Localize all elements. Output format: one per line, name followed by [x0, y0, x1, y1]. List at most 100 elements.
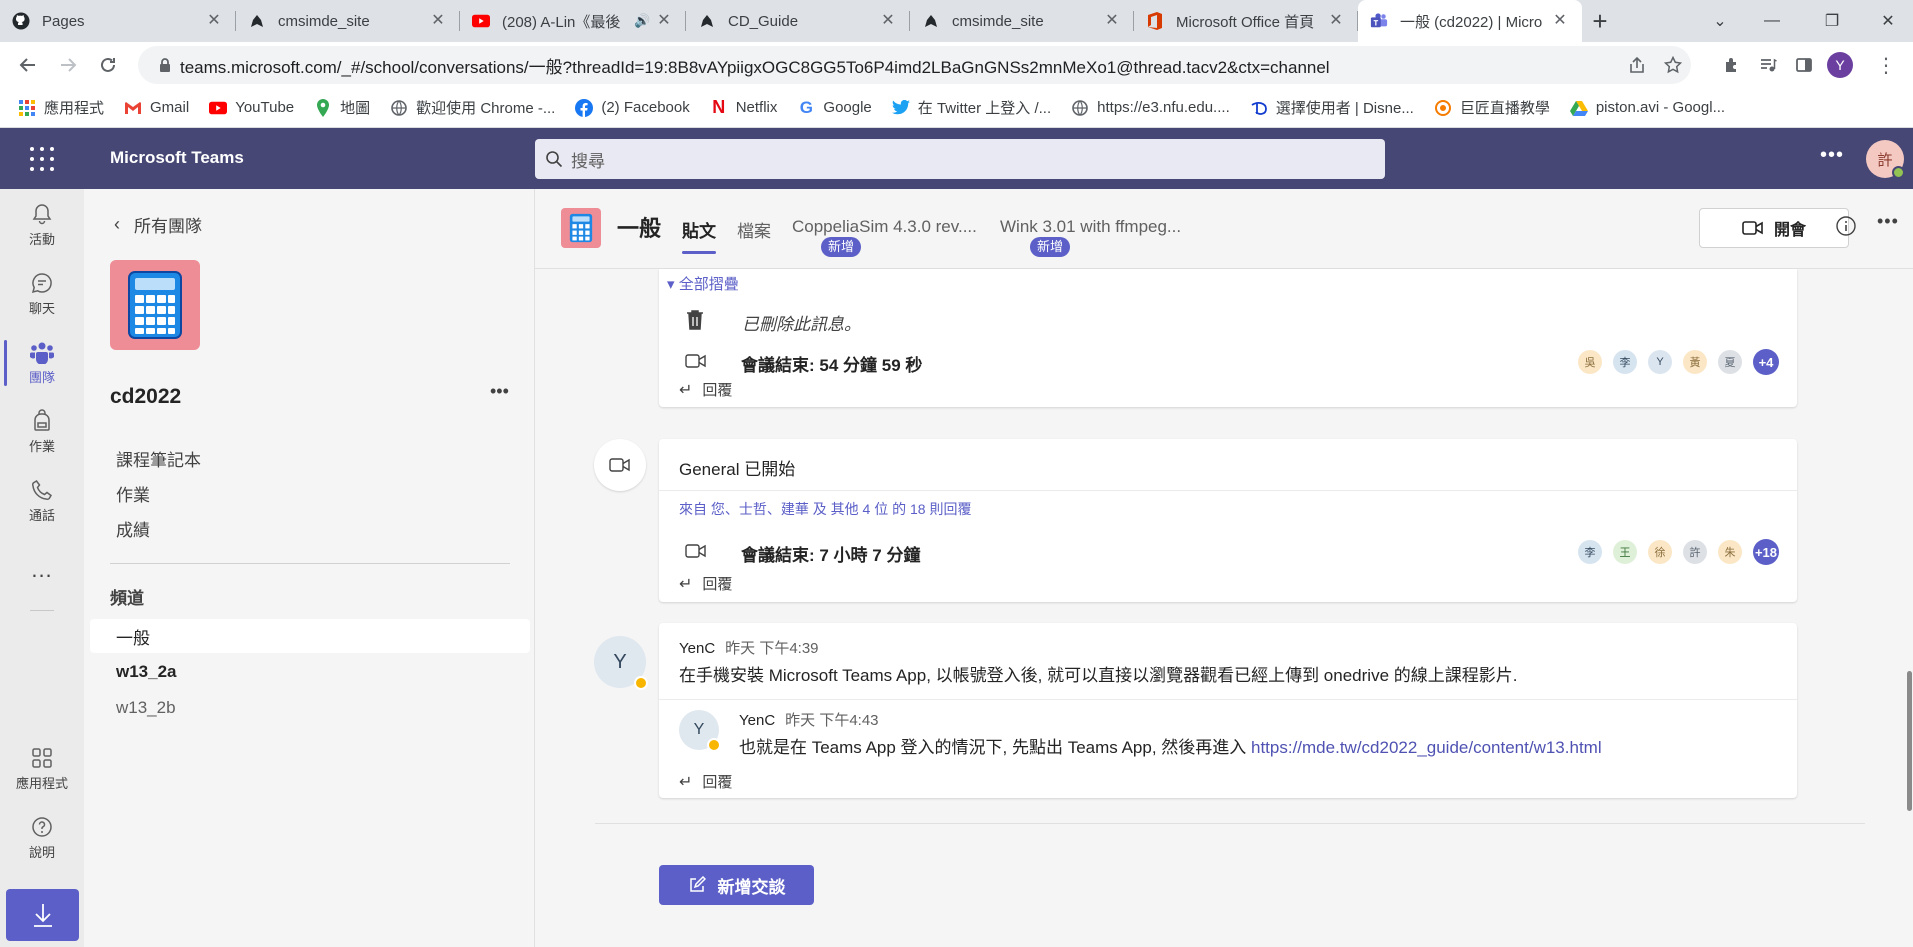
close-tab-icon[interactable]: ✕ [1328, 13, 1344, 29]
author-avatar[interactable]: Y [594, 636, 648, 690]
participant-avatar[interactable]: 李 [1578, 540, 1602, 564]
bookmark-gmail[interactable]: Gmail [124, 99, 189, 117]
chrome-menu-icon[interactable]: ⋮ [1868, 47, 1904, 83]
tab-wink[interactable]: Wink 3.01 with ffmpeg... [1000, 217, 1181, 237]
rail-item-activity[interactable]: 活動 [0, 194, 84, 256]
search-input[interactable]: 搜尋 [535, 139, 1385, 179]
browser-tab[interactable]: Pages ✕ [0, 0, 236, 42]
minimize-button[interactable]: — [1746, 0, 1798, 42]
profile-button[interactable]: Y [1822, 47, 1858, 83]
bookmark-netflix[interactable]: N Netflix [710, 97, 777, 117]
rail-item-chat[interactable]: 聊天 [0, 263, 84, 325]
author-name[interactable]: YenC [679, 640, 715, 657]
close-tab-icon[interactable]: ✕ [430, 13, 446, 29]
participant-avatar[interactable]: 夏 [1718, 350, 1742, 374]
share-icon[interactable] [1619, 56, 1655, 74]
app-launcher-icon[interactable] [28, 145, 56, 173]
bookmark-maps[interactable]: 地圖 [314, 97, 370, 118]
guide-link[interactable]: https://mde.tw/cd2022_guide/content/w13.… [1251, 738, 1602, 757]
close-window-button[interactable]: ✕ [1862, 0, 1913, 42]
participant-avatars: 吳 李 Y 黃 夏 +4 [1567, 349, 1779, 375]
tab-files[interactable]: 檔案 [737, 217, 771, 242]
browser-tab-active[interactable]: 一般 (cd2022) | Micro ✕ [1358, 0, 1582, 42]
omnibox[interactable]: teams.microsoft.com/_#/school/conversati… [138, 46, 1691, 84]
channel-item-general[interactable]: 一般 [90, 619, 530, 653]
bookmark-twitter[interactable]: 在 Twitter 上登入 /... [891, 97, 1052, 118]
reply-author-avatar[interactable]: Y [679, 710, 721, 752]
rail-item-help[interactable]: 說明 [0, 807, 84, 869]
side-panel-icon[interactable] [1786, 47, 1822, 83]
reply-button[interactable]: ↵ 回覆 [679, 573, 732, 594]
reply-button[interactable]: ↵ 回覆 [679, 771, 732, 792]
rail-item-assignments[interactable]: 作業 [0, 401, 84, 463]
back-button[interactable] [8, 45, 48, 85]
bookmark-apps[interactable]: 應用程式 [18, 97, 104, 118]
rail-item-calls[interactable]: 通話 [0, 470, 84, 532]
bookmark-google[interactable]: G Google [797, 98, 872, 117]
more-participants-badge[interactable]: +4 [1753, 349, 1779, 375]
bookmark-e3-nfu[interactable]: https://e3.nfu.edu.... [1071, 99, 1230, 117]
new-conversation-button[interactable]: 新增交談 [659, 865, 814, 905]
bookmark-live[interactable]: 巨匠直播教學 [1434, 97, 1550, 118]
close-tab-icon[interactable]: ✕ [206, 13, 222, 29]
scrollbar-thumb[interactable] [1907, 671, 1912, 811]
url-text[interactable]: teams.microsoft.com/_#/school/conversati… [180, 53, 1619, 78]
participant-avatar[interactable]: 王 [1613, 540, 1637, 564]
browser-tab[interactable]: cmsimde_site ✕ [910, 0, 1134, 42]
close-tab-icon[interactable]: ✕ [880, 13, 896, 29]
channel-item-w13-2a[interactable]: w13_2a [90, 655, 530, 689]
team-link-notebook[interactable]: 課程筆記本 [116, 446, 201, 471]
author-name[interactable]: YenC [739, 712, 775, 729]
close-tab-icon[interactable]: ✕ [1104, 13, 1120, 29]
restore-button[interactable]: ❐ [1806, 0, 1858, 42]
extensions-icon[interactable] [1714, 47, 1750, 83]
tab-search-icon[interactable]: ⌄ [1694, 0, 1746, 42]
tab-posts[interactable]: 貼文 [682, 217, 716, 254]
media-control-icon[interactable] [1750, 47, 1786, 83]
bookmark-disney[interactable]: 選擇使用者 | Disne... [1250, 97, 1414, 118]
bookmark-drive[interactable]: piston.avi - Googl... [1569, 99, 1725, 117]
browser-tab[interactable]: CD_Guide ✕ [686, 0, 910, 42]
participant-avatar[interactable]: 黃 [1683, 350, 1707, 374]
collapse-all-link[interactable]: ▾ 全部摺疊 [667, 273, 739, 294]
participant-avatar[interactable]: 徐 [1648, 540, 1672, 564]
team-link-grades[interactable]: 成績 [116, 516, 150, 541]
browser-tab[interactable]: Microsoft Office 首頁 ✕ [1134, 0, 1358, 42]
settings-more-icon[interactable]: ••• [1820, 144, 1844, 167]
close-tab-icon[interactable]: ✕ [656, 13, 672, 29]
browser-tab[interactable]: cmsimde_site ✕ [236, 0, 460, 42]
forward-button[interactable] [48, 45, 88, 85]
bookmark-label: 在 Twitter 上登入 /... [917, 100, 1052, 117]
browser-tab[interactable]: (208) A-Lin《最後 🔊 ✕ [460, 0, 686, 42]
new-tab-button[interactable]: + [1582, 0, 1618, 42]
reply-button[interactable]: ↵ 回覆 [679, 379, 732, 400]
rail-item-apps[interactable]: 應用程式 [0, 738, 84, 800]
team-link-assignments[interactable]: 作業 [116, 481, 150, 506]
info-icon[interactable] [1835, 215, 1857, 237]
close-tab-icon[interactable]: ✕ [1552, 13, 1568, 29]
participant-avatar[interactable]: 吳 [1578, 350, 1602, 374]
meeting-ended-text: 會議結束: 54 分鐘 59 秒 [741, 356, 923, 375]
participant-avatar[interactable]: 朱 [1718, 540, 1742, 564]
all-teams-link[interactable]: ‹ 所有團隊 [114, 212, 202, 237]
tab-coppeliasim[interactable]: CoppeliaSim 4.3.0 rev.... [792, 217, 977, 237]
meet-button[interactable]: 開會 [1699, 208, 1849, 248]
participant-avatar[interactable]: Y [1648, 350, 1672, 374]
reload-button[interactable] [88, 45, 128, 85]
bookmark-star-icon[interactable] [1655, 56, 1691, 74]
participant-avatar[interactable]: 許 [1683, 540, 1707, 564]
replies-summary-link[interactable]: 來自 您、士哲、建華 及 其他 4 位 的 18 則回覆 [679, 499, 971, 519]
more-apps-icon[interactable]: ... [0, 557, 84, 583]
download-app-button[interactable] [6, 889, 79, 941]
bookmark-facebook[interactable]: (2) Facebook [575, 98, 690, 117]
channel-item-w13-2b[interactable]: w13_2b [90, 691, 530, 725]
user-avatar[interactable]: 許 [1866, 140, 1905, 179]
more-participants-badge[interactable]: +18 [1753, 539, 1779, 565]
reply-author-line: YenC 昨天 下午4:43 [739, 709, 879, 730]
bookmark-chrome-welcome[interactable]: 歡迎使用 Chrome -... [390, 97, 555, 118]
bookmark-youtube[interactable]: YouTube [209, 99, 294, 117]
team-more-options-icon[interactable]: ••• [490, 381, 509, 402]
participant-avatar[interactable]: 李 [1613, 350, 1637, 374]
rail-item-teams[interactable]: 團隊 [0, 332, 84, 394]
channel-more-options-icon[interactable]: ••• [1877, 211, 1899, 232]
